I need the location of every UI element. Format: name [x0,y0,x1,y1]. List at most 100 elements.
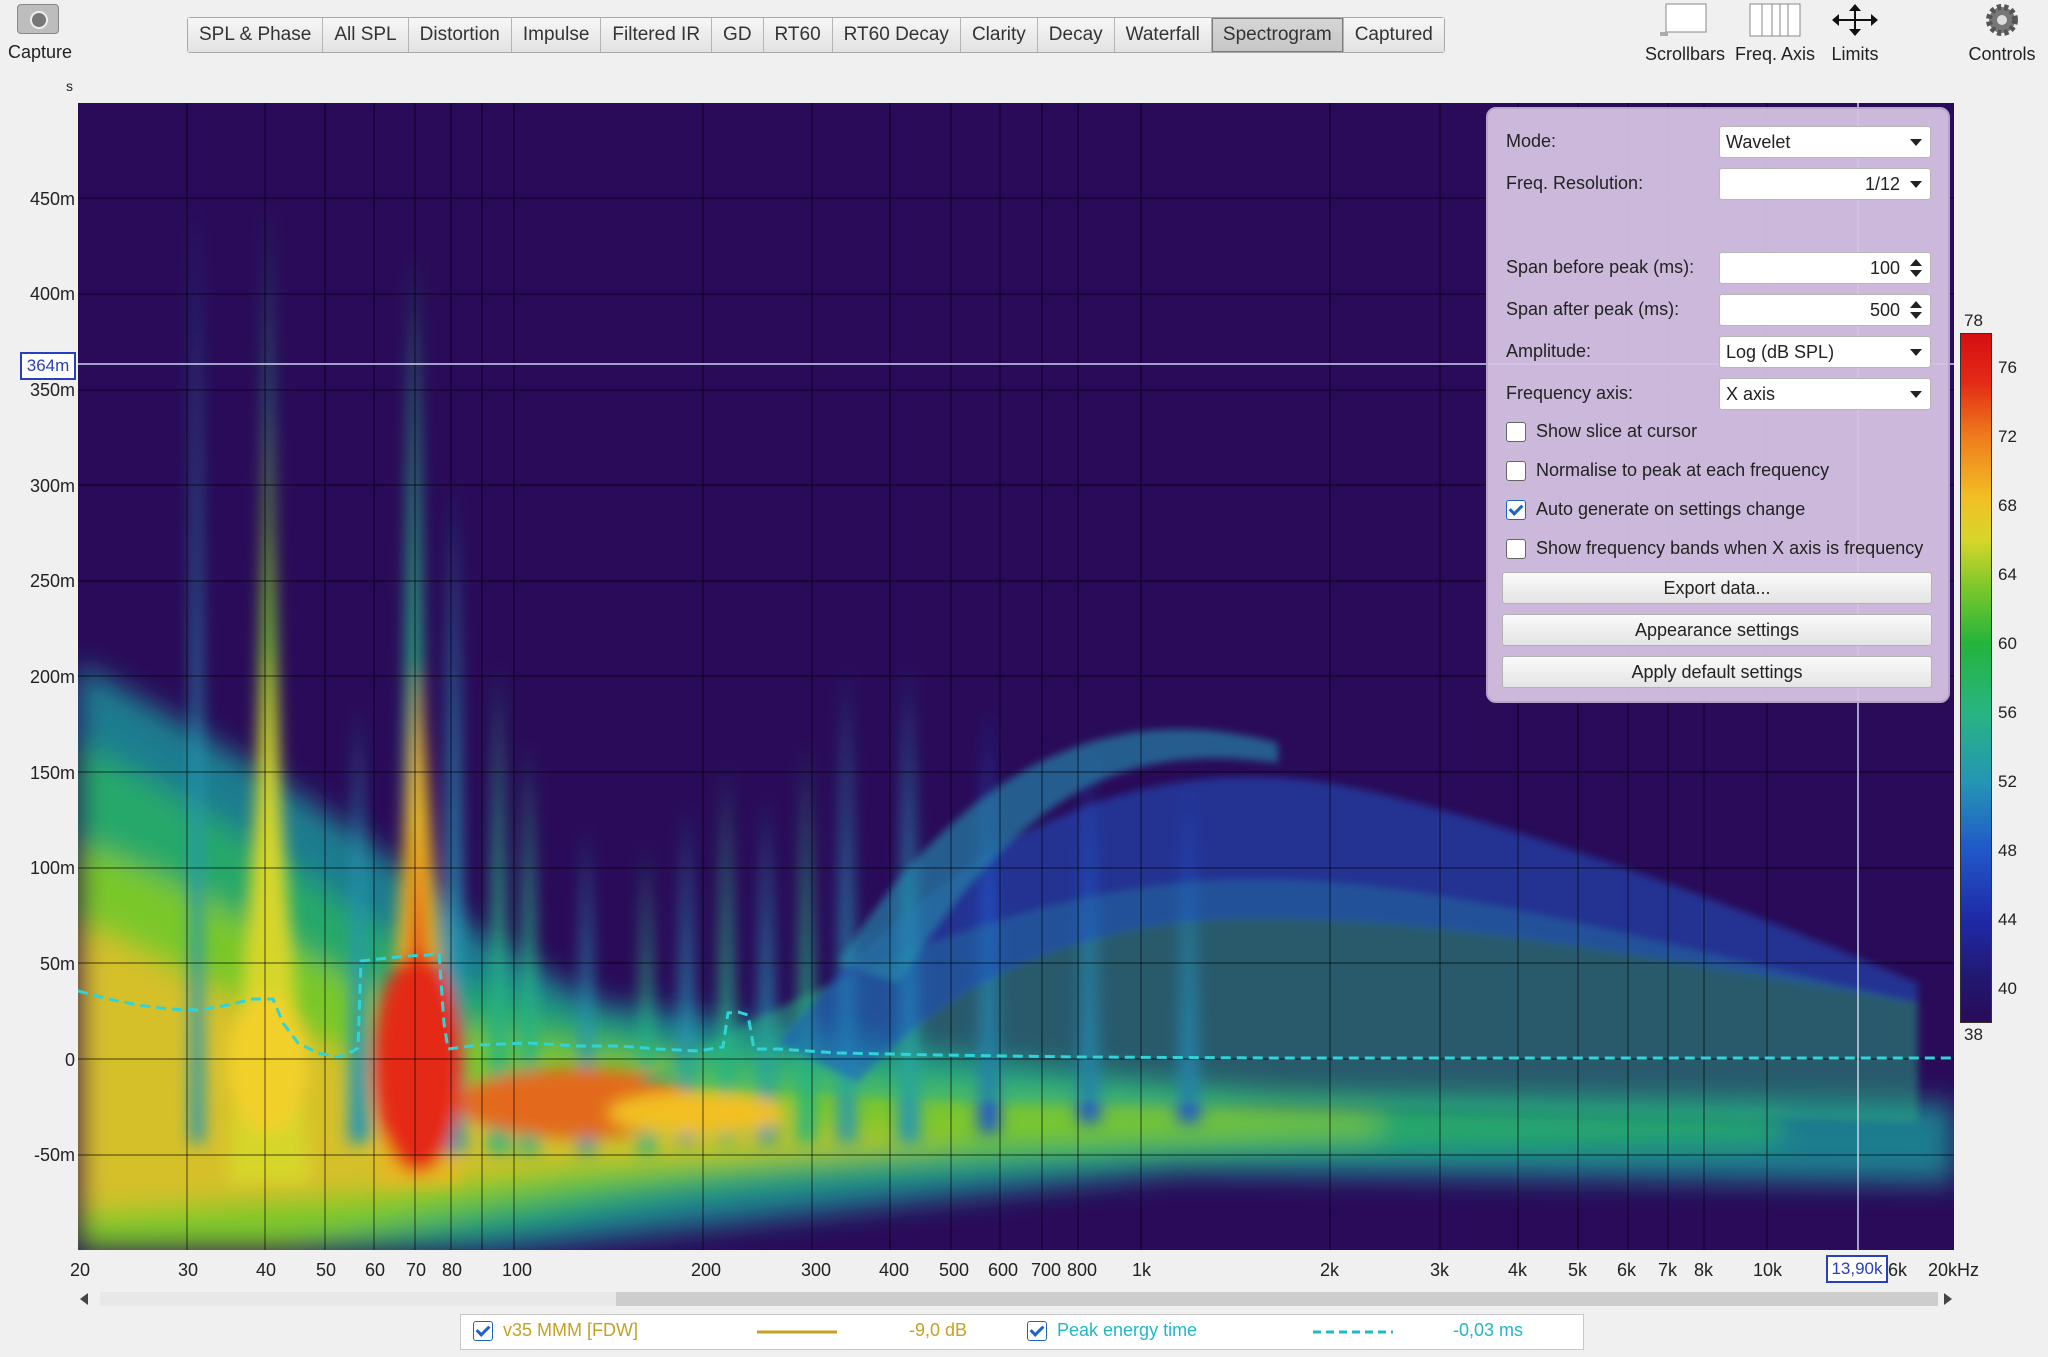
freq-res-label: Freq. Resolution: [1506,173,1644,193]
y-tick-label: 450m [29,189,75,209]
y-tick-label: 0 [64,1050,75,1070]
export-data-button[interactable]: Export data... [1502,572,1932,604]
x-tick-label: 80 [442,1260,463,1280]
capture-button[interactable]: Capture [8,4,73,63]
show-slice-checkbox[interactable]: Show slice at cursor [1506,421,1697,442]
y-tick-label: 350m [29,380,75,400]
colorbar-label: 60 [1998,634,2017,653]
peak-legend-item[interactable]: Peak energy time [1027,1320,1197,1341]
tab-gd[interactable]: GD [712,18,764,52]
dropdown-arrow-icon [1910,391,1922,398]
x-tick-label: 800 [1067,1260,1098,1280]
colorbar-label: 48 [1998,841,2017,860]
x-tick-label: 10k [1753,1260,1783,1280]
stepper-down-icon[interactable] [1910,312,1922,319]
tab-spectrogram[interactable]: Spectrogram [1211,18,1344,52]
y-cursor-readout: 364m [20,352,76,380]
tab-captured[interactable]: Captured [1343,18,1444,52]
normalise-checkbox[interactable]: Normalise to peak at each frequency [1506,460,1829,481]
tab-rt60-decay[interactable]: RT60 Decay [832,18,961,52]
controls-button[interactable]: Controls [1962,0,2042,65]
view-tabs: SPL & Phase All SPL Distortion Impulse F… [187,17,1445,53]
x-tick-label: 1k [1132,1260,1152,1280]
colorbar-label: 56 [1998,703,2017,722]
frequency-axis-select[interactable]: X axis [1719,378,1931,410]
dropdown-arrow-icon [1910,349,1922,356]
tab-clarity[interactable]: Clarity [960,18,1038,52]
x-tick-label: 20 [70,1260,91,1280]
amplitude-value: Log (dB SPL) [1726,342,1835,362]
checkbox-box[interactable] [1506,460,1526,481]
y-tick-label: 200m [29,667,75,687]
amplitude-label: Amplitude: [1506,341,1592,361]
checkbox-box[interactable] [1506,538,1526,559]
checkbox-label: Show slice at cursor [1536,421,1698,441]
scroll-left-icon[interactable] [80,1293,88,1305]
controls-panel: Mode: Wavelet Freq. Resolution: 1/12 Spa… [1486,107,1950,703]
capture-label: Capture [8,42,73,62]
limits-button[interactable]: Limits [1820,0,1890,65]
scroll-right-icon[interactable] [1944,1293,1952,1305]
checkbox-label: Auto generate on settings change [1536,499,1806,519]
span-after-label: Span after peak (ms): [1506,299,1680,319]
scrollbar-thumb[interactable] [616,1292,1938,1306]
span-after-stepper[interactable]: 500 [1719,294,1931,326]
x-tick-label: 6k [1617,1260,1637,1280]
mode-select[interactable]: Wavelet [1719,126,1931,158]
auto-generate-checkbox[interactable]: Auto generate on settings change [1506,499,1805,520]
tab-impulse[interactable]: Impulse [511,18,602,52]
x-tick-label: 3k [1430,1260,1450,1280]
stepper-up-icon[interactable] [1910,259,1922,266]
x-tick-label: 500 [939,1260,970,1280]
show-bands-checkbox[interactable]: Show frequency bands when X axis is freq… [1506,538,1923,559]
limits-icon [1832,4,1878,36]
checkbox-box[interactable] [1506,421,1526,442]
scrollbars-label: Scrollbars [1644,44,1726,64]
trace-visible-checkbox[interactable] [473,1320,493,1341]
colorbar-label: 38 [1964,1025,1983,1044]
tab-waterfall[interactable]: Waterfall [1114,18,1212,52]
y-tick-label: 400m [29,284,75,304]
checkbox-label: Show frequency bands when X axis is freq… [1536,538,1924,558]
x-tick-label: 7k [1658,1260,1678,1280]
tab-rt60[interactable]: RT60 [763,18,833,52]
peak-visible-checkbox[interactable] [1027,1320,1047,1341]
x-tick-label: 60 [365,1260,386,1280]
scrollbars-button[interactable]: Scrollbars [1640,0,1730,65]
appearance-settings-button[interactable]: Appearance settings [1502,614,1932,646]
tab-filtered-ir[interactable]: Filtered IR [601,18,713,52]
peak-name: Peak energy time [1057,1320,1198,1340]
x-tick-label: 5k [1568,1260,1588,1280]
x-tick-label: 30 [178,1260,199,1280]
stepper-down-icon[interactable] [1910,270,1922,277]
amplitude-select[interactable]: Log (dB SPL) [1719,336,1931,368]
x-tick-label: 40 [256,1260,277,1280]
tab-all-spl[interactable]: All SPL [323,18,409,52]
horizontal-scrollbar[interactable] [78,1290,1954,1308]
tab-decay[interactable]: Decay [1037,18,1115,52]
x-tick-label: 8k [1694,1260,1714,1280]
x-tick-label: 50 [316,1260,337,1280]
checkbox-box[interactable] [1506,499,1526,520]
x-tick-label: 100 [502,1260,533,1280]
trace-legend: v35 MMM [FDW] -9,0 dB Peak energy time -… [460,1314,1584,1350]
trace-legend-item[interactable]: v35 MMM [FDW] [473,1320,638,1341]
checkbox-label: Normalise to peak at each frequency [1536,460,1830,480]
apply-defaults-button[interactable]: Apply default settings [1502,656,1932,688]
colorbar-label: 64 [1998,565,2017,584]
freq-res-select[interactable]: 1/12 [1719,168,1931,200]
dropdown-arrow-icon [1910,139,1922,146]
span-before-stepper[interactable]: 100 [1719,252,1931,284]
x-tick-label: 700 [1031,1260,1062,1280]
x-tick-label: 20kHz [1928,1260,1980,1280]
freq-res-value: 1/12 [1864,174,1900,194]
scrollbars-icon [1660,3,1707,36]
freq-axis-label: Freq. Axis [1734,44,1816,64]
freq-axis-button[interactable]: Freq. Axis [1732,0,1818,65]
x-cursor-readout: 13,90k [1826,1255,1888,1283]
colorbar-label: 78 [1964,311,1983,330]
x-tick-label: 600 [988,1260,1019,1280]
tab-distortion[interactable]: Distortion [408,18,512,52]
stepper-up-icon[interactable] [1910,301,1922,308]
tab-spl-phase[interactable]: SPL & Phase [188,18,324,52]
